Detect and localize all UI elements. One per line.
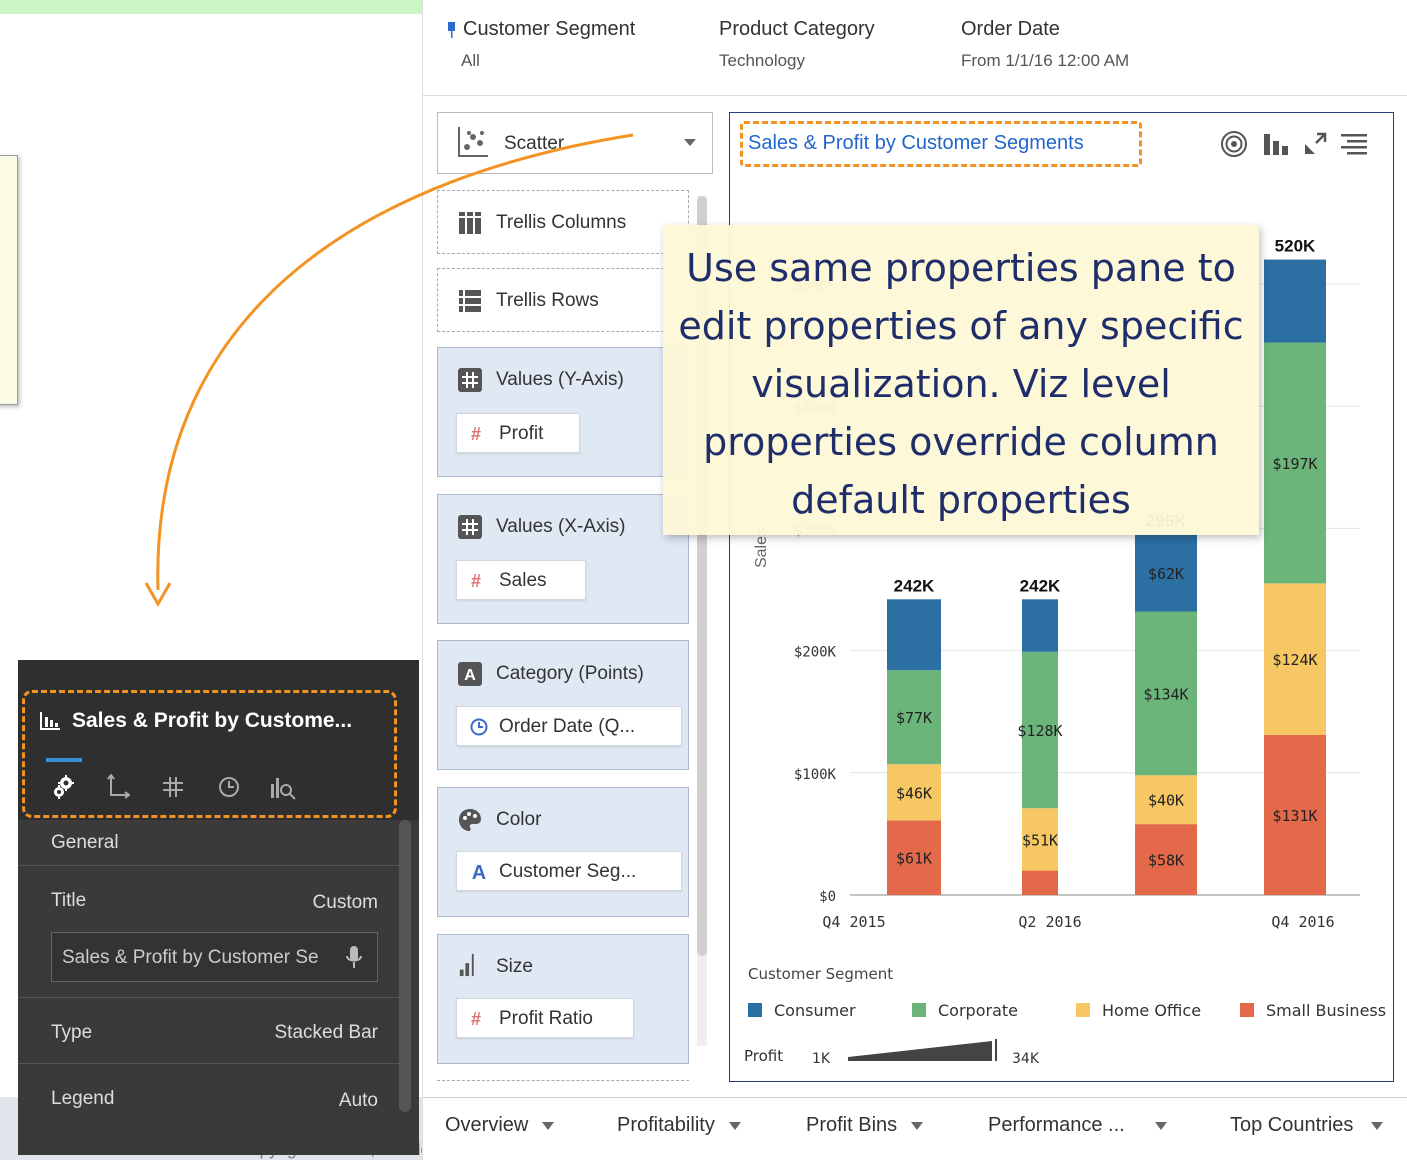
title-input[interactable]: Sales & Profit by Customer Se	[51, 932, 378, 982]
properties-scrollbar[interactable]	[399, 820, 411, 1112]
callout-note: Use same properties pane to edit propert…	[663, 225, 1259, 535]
properties-section-general[interactable]: General	[18, 820, 408, 866]
properties-pane: Sales & Profit by Custome... General Tit…	[18, 660, 419, 1155]
property-value[interactable]: Auto	[339, 1090, 378, 1112]
active-tab-indicator	[46, 758, 82, 762]
properties-header: Sales & Profit by Custome...	[18, 660, 419, 820]
gears-icon[interactable]	[52, 774, 76, 800]
section-label: General	[51, 832, 119, 853]
analytics-icon[interactable]	[270, 774, 296, 800]
bar-chart-icon	[40, 712, 60, 730]
property-value[interactable]: Stacked Bar	[275, 1022, 379, 1044]
property-label: Type	[51, 1022, 93, 1043]
property-label: Title	[51, 890, 87, 911]
number-format-icon[interactable]	[162, 776, 184, 798]
property-legend[interactable]: Legend Auto	[18, 1064, 408, 1130]
microphone-icon[interactable]	[346, 945, 362, 971]
clock-icon[interactable]	[218, 776, 240, 798]
property-value[interactable]: Custom	[313, 892, 378, 914]
title-input-value: Sales & Profit by Customer Se	[62, 947, 319, 968]
properties-tabs	[46, 772, 306, 802]
callout-text: Use same properties pane to edit propert…	[678, 246, 1244, 522]
property-type[interactable]: Type Stacked Bar	[18, 998, 408, 1064]
properties-title: Sales & Profit by Custome...	[72, 709, 353, 732]
property-label: Legend	[51, 1088, 115, 1109]
axis-icon[interactable]	[106, 774, 130, 800]
